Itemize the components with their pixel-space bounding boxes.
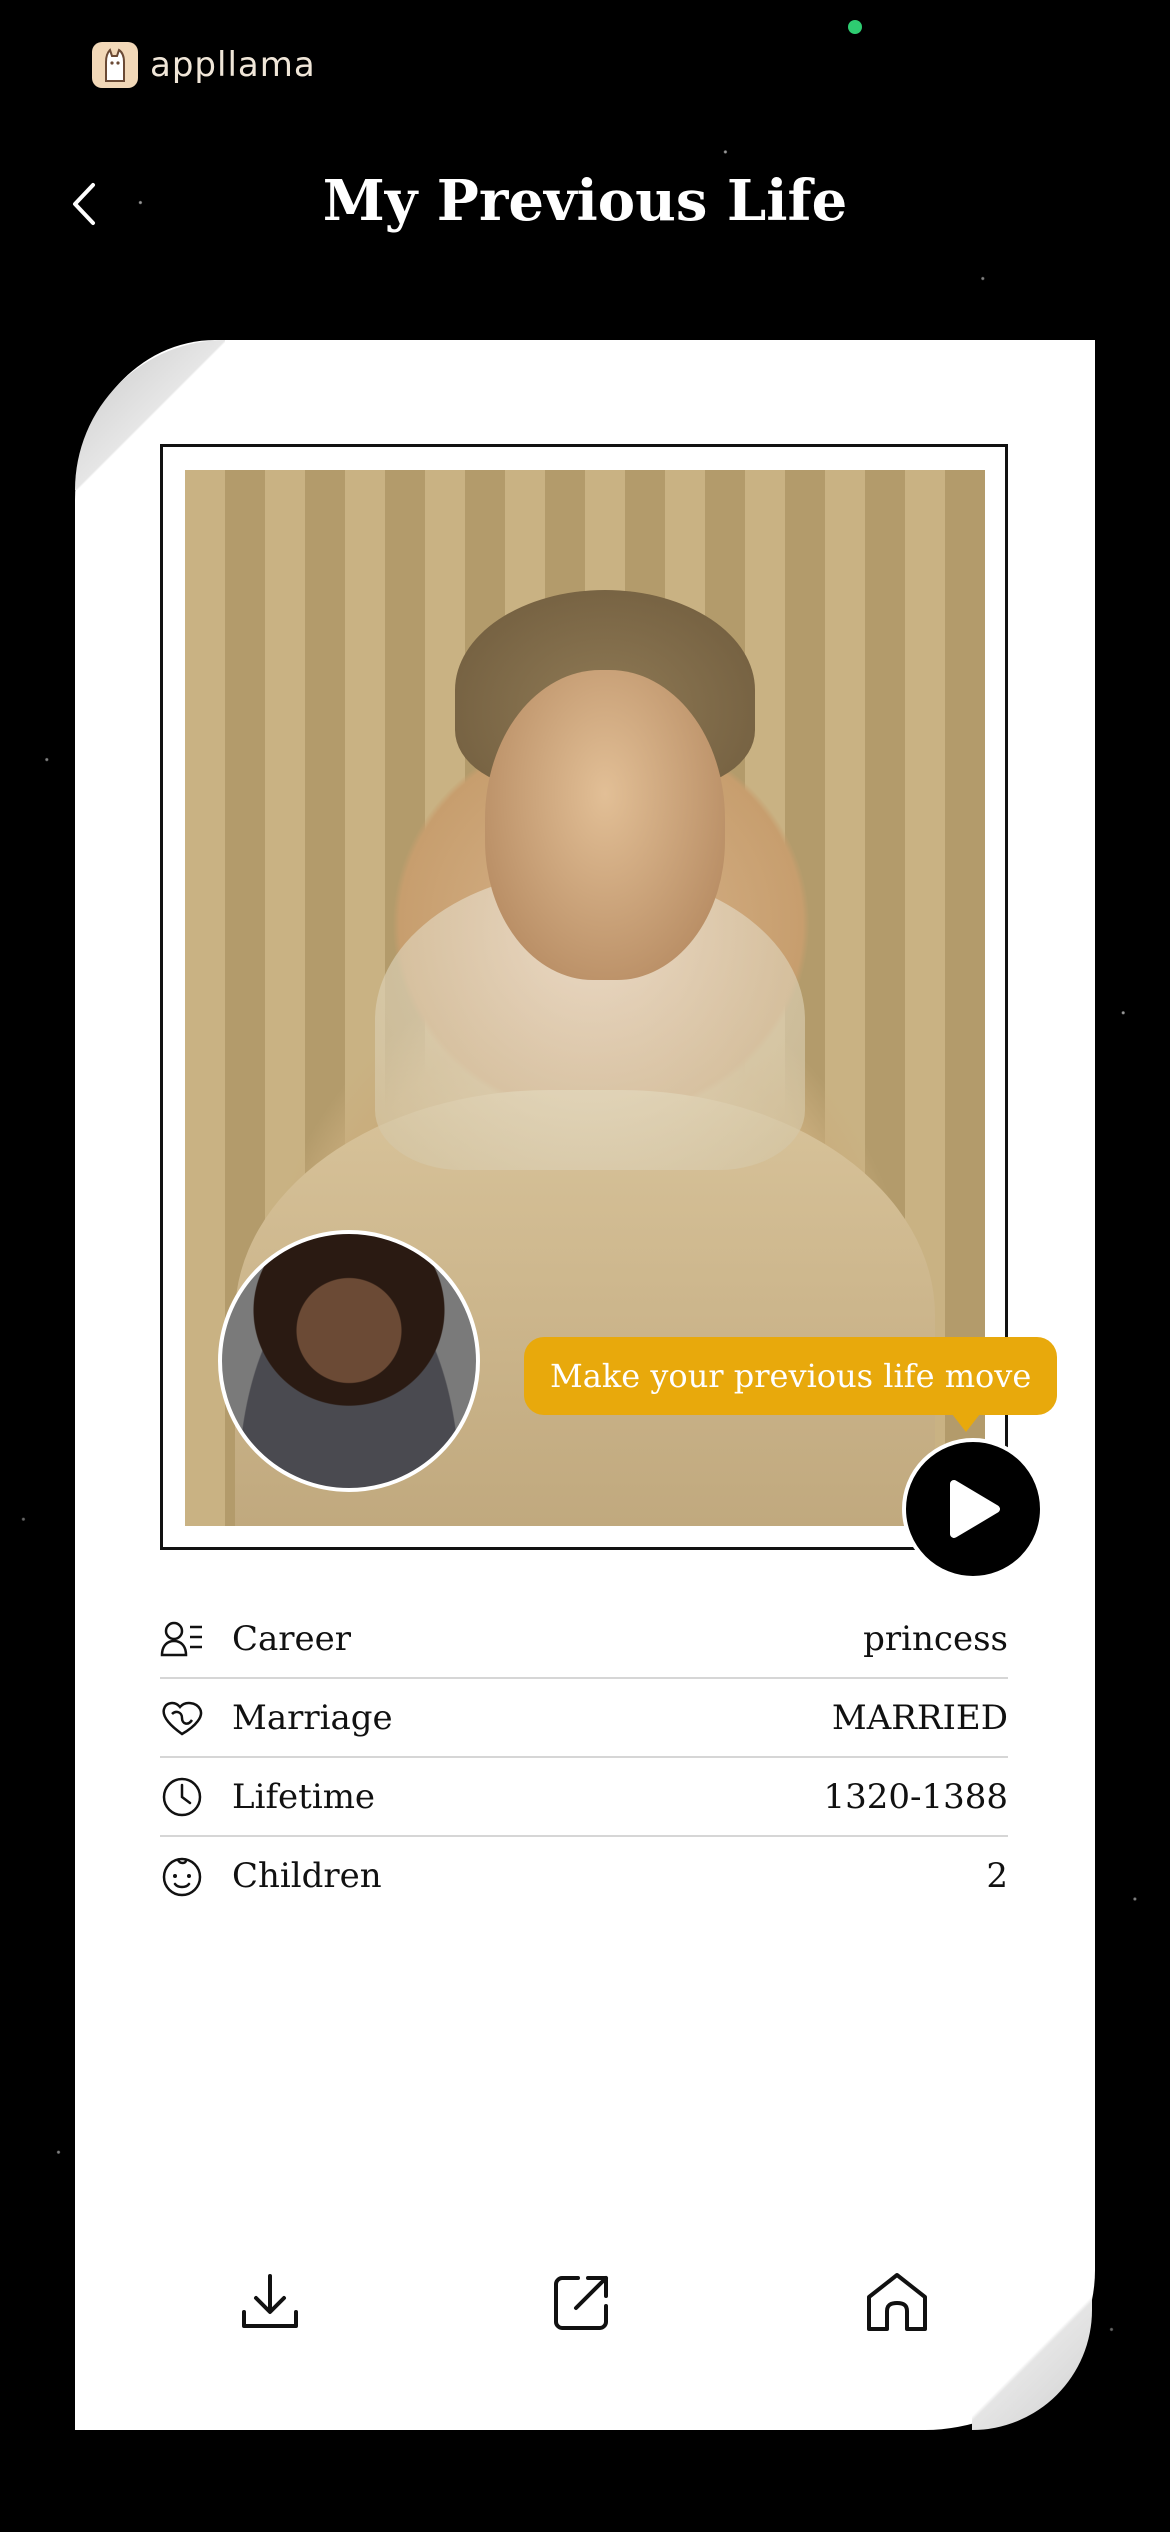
career-icon	[160, 1615, 208, 1663]
info-row-marriage: Marriage MARRIED	[160, 1679, 1008, 1758]
info-row-career: Career princess	[160, 1600, 1008, 1679]
llama-logo-icon	[92, 42, 138, 88]
user-photo-avatar	[218, 1230, 480, 1492]
play-button[interactable]	[902, 1438, 1044, 1580]
marriage-icon	[160, 1694, 208, 1742]
info-list: Career princess Marriage MARRIED Lifetim…	[160, 1600, 1008, 1914]
share-button[interactable]	[542, 2262, 622, 2342]
info-row-children: Children 2	[160, 1837, 1008, 1914]
info-value: princess	[863, 1618, 1008, 1659]
page-title: My Previous Life	[322, 168, 848, 234]
home-button[interactable]	[857, 2262, 937, 2342]
info-label: Children	[232, 1855, 382, 1896]
info-value: MARRIED	[831, 1697, 1008, 1738]
download-icon	[242, 2274, 298, 2328]
tooltip-text: Make your previous life move	[550, 1357, 1032, 1395]
info-label: Lifetime	[232, 1776, 376, 1817]
info-label: Career	[232, 1618, 352, 1659]
baby-face-icon	[160, 1852, 208, 1900]
share-icon	[554, 2276, 608, 2330]
play-icon	[950, 1480, 1000, 1538]
brand: appllama	[92, 42, 316, 88]
brand-name: appllama	[150, 45, 316, 85]
clock-icon	[160, 1773, 208, 1821]
animate-tooltip[interactable]: Make your previous life move	[524, 1337, 1058, 1415]
status-indicator	[848, 20, 862, 34]
download-button[interactable]	[230, 2262, 310, 2342]
tooltip-tail	[952, 1414, 980, 1432]
info-row-lifetime: Lifetime 1320-1388	[160, 1758, 1008, 1837]
info-value: 1320-1388	[823, 1776, 1008, 1817]
portrait-face	[485, 670, 725, 980]
bottom-action-bar	[75, 2262, 1095, 2362]
info-label: Marriage	[232, 1697, 393, 1738]
home-icon	[867, 2273, 927, 2331]
info-value: 2	[986, 1855, 1008, 1896]
